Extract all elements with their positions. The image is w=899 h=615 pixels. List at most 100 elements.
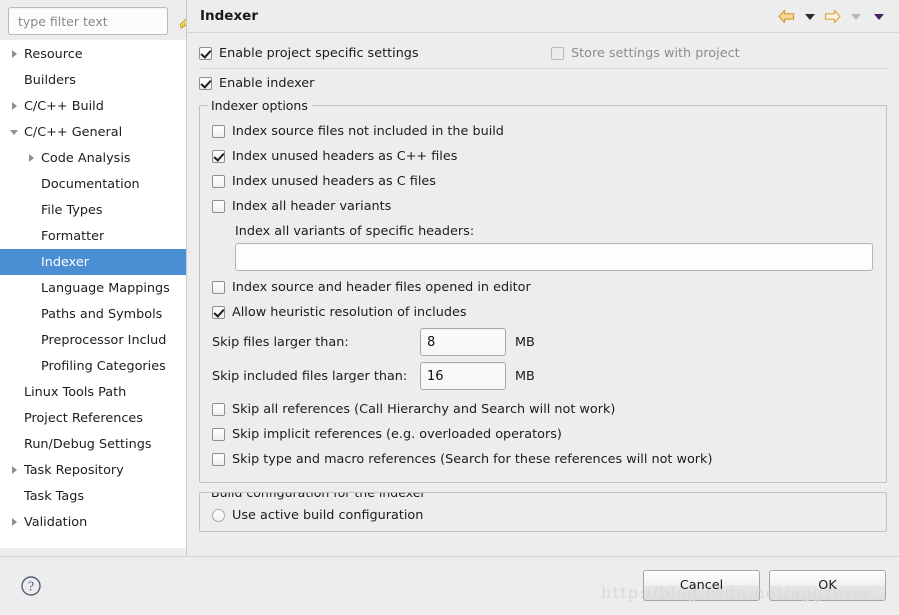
- checkbox-index-source-and-header-files-opened-in-[interactable]: Index source and header files opened in …: [212, 275, 874, 300]
- sidebar-item-blank[interactable]: [0, 535, 186, 548]
- skip-included-files-input[interactable]: [420, 362, 506, 390]
- checkbox-index-source-files-not-included-in-the-b[interactable]: Index source files not included in the b…: [212, 119, 874, 144]
- checkbox-label: Enable project specific settings: [219, 45, 419, 61]
- indexer-settings-content: Enable project specific settings Store s…: [187, 33, 899, 556]
- specific-headers-field-wrapper: [212, 243, 874, 271]
- sidebar-item-task-repository[interactable]: Task Repository: [0, 457, 186, 483]
- sidebar-item-label: Preprocessor Includ: [41, 332, 167, 348]
- sidebar-item-paths-and-symbols[interactable]: Paths and Symbols: [0, 301, 186, 327]
- enable-project-specific-settings-checkbox[interactable]: Enable project specific settings: [199, 46, 419, 61]
- sidebar-item-label: C/C++ Build: [24, 98, 104, 114]
- sidebar-item-code-analysis[interactable]: Code Analysis: [0, 145, 186, 171]
- radio-label: Use active build configuration: [232, 508, 424, 523]
- specific-headers-input[interactable]: [235, 243, 873, 271]
- forward-arrow-icon[interactable]: [822, 6, 843, 28]
- sidebar-item-profiling-categories[interactable]: Profiling Categories: [0, 353, 186, 379]
- checkbox-label: Skip all references (Call Hierarchy and …: [232, 402, 616, 417]
- preferences-dialog: Resource Builders C/C++ Build C/C++ General…: [0, 0, 899, 615]
- checkbox-index-all-header-variants[interactable]: Index all header variants: [212, 194, 874, 219]
- back-arrow-icon[interactable]: [776, 6, 797, 28]
- checkbox-label: Index unused headers as C++ files: [232, 149, 458, 164]
- enable-indexer-checkbox[interactable]: Enable indexer: [199, 69, 887, 97]
- sidebar-item-label: Paths and Symbols: [41, 306, 163, 322]
- sidebar-item-label: C/C++ General: [24, 124, 123, 140]
- checkbox-box[interactable]: [212, 150, 225, 163]
- sidebar-item-c-c-general[interactable]: C/C++ General: [0, 119, 186, 145]
- indexer-option-list-references: Skip all references (Call Hierarchy and …: [212, 397, 874, 472]
- checkbox-box[interactable]: [212, 175, 225, 188]
- checkbox-skip-all-references-call-hierarchy-and-s[interactable]: Skip all references (Call Hierarchy and …: [212, 397, 874, 422]
- use-active-build-configuration-radio[interactable]: Use active build configuration: [212, 508, 874, 523]
- sidebar-item-validation[interactable]: Validation: [0, 509, 186, 535]
- sidebar-item-label: Builders: [24, 72, 76, 88]
- view-menu-dropdown-icon[interactable]: [868, 6, 889, 28]
- cancel-button[interactable]: Cancel: [643, 570, 760, 601]
- indexer-options-group: Indexer options Index source files not i…: [199, 98, 887, 483]
- checkbox-label: Index all header variants: [232, 199, 392, 214]
- checkbox-box[interactable]: [212, 281, 225, 294]
- checkbox-box[interactable]: [212, 200, 225, 213]
- checkbox-box[interactable]: [212, 428, 225, 441]
- checkbox-box[interactable]: [199, 76, 212, 90]
- chevron-right-icon[interactable]: [9, 100, 21, 112]
- search-input[interactable]: [9, 13, 176, 29]
- checkbox-index-unused-headers-as-c-files[interactable]: Index unused headers as C++ files: [212, 144, 874, 169]
- sidebar-item-c-c-build[interactable]: C/C++ Build: [0, 93, 186, 119]
- sidebar-item-language-mappings[interactable]: Language Mappings: [0, 275, 186, 301]
- question-mark-icon[interactable]: ?: [20, 575, 42, 597]
- checkbox-label: Enable indexer: [219, 75, 315, 91]
- chevron-right-icon[interactable]: [9, 464, 21, 476]
- chevron-right-icon[interactable]: [26, 152, 38, 164]
- sidebar-item-resource[interactable]: Resource: [0, 41, 186, 67]
- checkbox-label: Index source files not included in the b…: [232, 124, 504, 139]
- page-header: Indexer: [187, 0, 899, 33]
- checkbox-label: Skip implicit references (e.g. overloade…: [232, 427, 562, 442]
- filter-box[interactable]: [8, 7, 194, 35]
- checkbox-box[interactable]: [212, 125, 225, 138]
- sidebar-item-documentation[interactable]: Documentation: [0, 171, 186, 197]
- radio-button[interactable]: [212, 509, 225, 522]
- sidebar-item-formatter[interactable]: Formatter: [0, 223, 186, 249]
- sidebar-item-run-debug-settings[interactable]: Run/Debug Settings: [0, 431, 186, 457]
- checkbox-box[interactable]: [212, 306, 225, 319]
- sidebar-item-file-types[interactable]: File Types: [0, 197, 186, 223]
- sidebar-item-project-references[interactable]: Project References: [0, 405, 186, 431]
- sidebar-item-builders[interactable]: Builders: [0, 67, 186, 93]
- ok-button[interactable]: OK: [769, 570, 886, 601]
- sidebar-item-indexer[interactable]: Indexer: [0, 249, 186, 275]
- chevron-down-icon[interactable]: [9, 126, 21, 138]
- chevron-right-icon[interactable]: [9, 516, 21, 528]
- skip-files-input[interactable]: [420, 328, 506, 356]
- checkbox-label: Store settings with project: [571, 45, 740, 61]
- checkbox-allow-heuristic-resolution-of-includes[interactable]: Allow heuristic resolution of includes: [212, 300, 874, 325]
- checkbox-skip-implicit-references-e-g-overloaded-[interactable]: Skip implicit references (e.g. overloade…: [212, 422, 874, 447]
- sidebar-item-task-tags[interactable]: Task Tags: [0, 483, 186, 509]
- checkbox-label: Skip type and macro references (Search f…: [232, 452, 713, 467]
- checkbox-box[interactable]: [212, 403, 225, 416]
- checkbox-box[interactable]: [199, 46, 212, 60]
- checkbox-index-unused-headers-as-c-files[interactable]: Index unused headers as C files: [212, 169, 874, 194]
- checkbox-skip-type-and-macro-references-search-fo[interactable]: Skip type and macro references (Search f…: [212, 447, 874, 472]
- sidebar-item-linux-tools-path[interactable]: Linux Tools Path: [0, 379, 186, 405]
- checkbox-box[interactable]: [551, 46, 564, 60]
- chevron-right-icon[interactable]: [9, 48, 21, 60]
- sidebar-item-label: Linux Tools Path: [24, 384, 127, 400]
- checkbox-box[interactable]: [212, 453, 225, 466]
- store-settings-with-project-checkbox[interactable]: Store settings with project: [551, 39, 740, 67]
- preferences-tree[interactable]: Resource Builders C/C++ Build C/C++ General…: [0, 40, 186, 548]
- sidebar-item-label: Task Tags: [24, 488, 85, 504]
- sidebar-item-preprocessor-includ[interactable]: Preprocessor Includ: [0, 327, 186, 353]
- back-dropdown-icon[interactable]: [799, 6, 820, 28]
- skip-files-label: Skip files larger than:: [212, 334, 349, 350]
- skip-included-files-larger-than-row: Skip included files larger than: MB: [212, 359, 874, 393]
- sidebar-item-label: Code Analysis: [41, 150, 131, 166]
